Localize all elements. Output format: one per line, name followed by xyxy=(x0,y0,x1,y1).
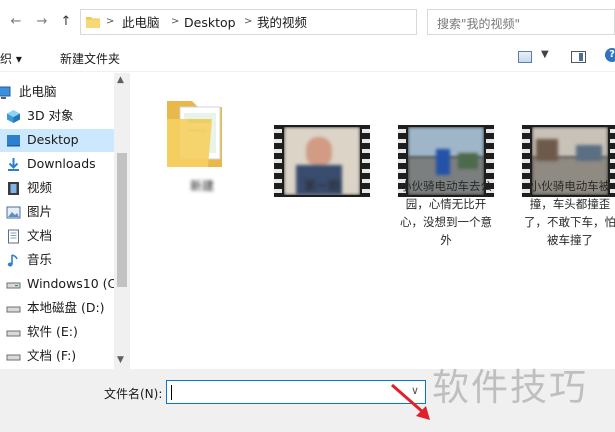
filename-input[interactable]: ∨ xyxy=(166,380,426,404)
breadcrumb-separator-icon: > xyxy=(106,16,115,27)
back-arrow-icon[interactable]: ← xyxy=(8,13,24,31)
watermark: 软件技巧 xyxy=(432,366,588,409)
view-options-icon[interactable] xyxy=(518,51,532,63)
nav-item-downloads[interactable]: Downloads xyxy=(0,153,114,176)
breadcrumb-separator-icon: > xyxy=(171,16,180,27)
up-arrow-icon[interactable]: ↑ xyxy=(58,13,74,31)
address-bar[interactable]: > 此电脑 > Desktop > 我的视频 ∨ ↻ xyxy=(80,9,493,35)
view-dropdown-icon[interactable]: ▼ xyxy=(541,49,549,60)
computer-icon xyxy=(0,86,11,99)
address-row: ← → ↑ > 此电脑 > Desktop > 我的视频 ∨ ↻ 搜索"我的视频… xyxy=(0,0,615,44)
nav-item-label: Desktop xyxy=(27,132,79,147)
search-placeholder: 搜索"我的视频" xyxy=(437,17,521,31)
text-caret xyxy=(171,385,172,400)
desktop-icon xyxy=(7,135,20,147)
nav-item-label: 文档 xyxy=(27,228,53,243)
nav-item-label: Downloads xyxy=(27,156,96,171)
search-input[interactable]: 搜索"我的视频" xyxy=(427,9,615,35)
document-icon xyxy=(8,229,19,244)
command-bar: 组织 ▾ 新建文件夹 ▼ ? xyxy=(0,44,615,72)
nav-item-label: 文档 (F:) xyxy=(27,348,77,363)
nav-item-label: 视频 xyxy=(27,180,53,195)
file-name: 小伙骑电动车被撞，车头都撞歪了，不敢下车，怕被车撞了 xyxy=(524,179,615,247)
download-icon xyxy=(8,158,19,171)
scroll-up-icon[interactable]: ▲ xyxy=(117,75,124,85)
new-folder-button[interactable]: 新建文件夹 xyxy=(60,50,120,67)
nav-item-drive-d[interactable]: 本地磁盘 (D:) xyxy=(0,297,114,320)
breadcrumb-my-videos[interactable]: 我的视频 xyxy=(257,15,307,30)
nav-scrollbar[interactable]: ▲ ▼ xyxy=(114,73,130,369)
organize-button[interactable]: 组织 ▾ xyxy=(0,50,22,67)
music-icon xyxy=(7,254,18,267)
file-item-video[interactable]: 小伙骑电动车被撞，车头都撞歪了，不敢下车，怕被车撞了 xyxy=(520,83,615,263)
breadcrumb-separator-icon: > xyxy=(244,16,253,27)
folder-icon xyxy=(86,17,100,28)
nav-item-drive-e[interactable]: 软件 (E:) xyxy=(0,321,114,344)
nav-item-label: Windows10 (C: xyxy=(27,276,121,291)
nav-item-drive-f[interactable]: 文档 (F:) xyxy=(0,345,114,368)
nav-item-documents[interactable]: 文档 xyxy=(0,225,114,248)
breadcrumb-desktop[interactable]: Desktop xyxy=(184,15,236,30)
scroll-down-icon[interactable]: ▼ xyxy=(117,355,124,365)
file-name: 新建 xyxy=(189,179,214,193)
filename-label: 文件名(N): xyxy=(104,387,163,401)
nav-item-label: 音乐 xyxy=(27,252,53,267)
file-name: 小伙骑电动车去公园，心情无比开心，没想到一个意外 xyxy=(400,179,492,247)
forward-arrow-icon[interactable]: → xyxy=(34,13,50,31)
preview-pane-icon[interactable] xyxy=(571,51,586,63)
nav-item-label: 图片 xyxy=(27,204,53,219)
help-icon[interactable]: ? xyxy=(605,48,615,62)
drive-icon xyxy=(6,306,21,313)
nav-item-desktop[interactable]: Desktop xyxy=(0,129,114,152)
file-item-folder[interactable]: 新建 xyxy=(152,83,256,263)
3d-objects-icon xyxy=(7,110,20,123)
breadcrumb-this-pc[interactable]: 此电脑 xyxy=(122,15,160,30)
drive-icon xyxy=(6,354,21,361)
file-item-video[interactable]: 第一期 xyxy=(272,83,376,263)
scrollbar-thumb[interactable] xyxy=(117,153,127,287)
nav-item-this-pc[interactable]: 此电脑 xyxy=(0,81,114,104)
nav-item-videos[interactable]: 视频 xyxy=(0,177,114,200)
picture-icon xyxy=(6,206,21,219)
nav-item-music[interactable]: 音乐 xyxy=(0,249,114,272)
drive-icon xyxy=(6,330,21,337)
nav-item-label: 此电脑 xyxy=(19,84,57,99)
navigation-pane: 此电脑 3D 对象 Desktop Downloads 视频 图片 文档 音乐 … xyxy=(0,73,130,369)
nav-item-pictures[interactable]: 图片 xyxy=(0,201,114,224)
nav-item-drive-c[interactable]: Windows10 (C: xyxy=(0,273,121,296)
folder-icon xyxy=(167,101,222,167)
file-item-video[interactable]: 小伙骑电动车去公园，心情无比开心，没想到一个意外 xyxy=(396,83,500,263)
file-name: 第一期 xyxy=(303,179,340,193)
file-list: 新建 第一期 小伙骑电动车去公园，心情无比开心，没想到一个意外 小伙骑电动车被撞… xyxy=(130,73,615,369)
nav-item-label: 3D 对象 xyxy=(27,108,74,123)
annotation-arrow-icon xyxy=(391,383,430,420)
nav-item-label: 软件 (E:) xyxy=(27,324,78,339)
nav-item-label: 本地磁盘 (D:) xyxy=(27,300,105,315)
drive-icon xyxy=(6,282,21,289)
video-icon xyxy=(8,182,19,195)
nav-item-3d-objects[interactable]: 3D 对象 xyxy=(0,105,114,128)
